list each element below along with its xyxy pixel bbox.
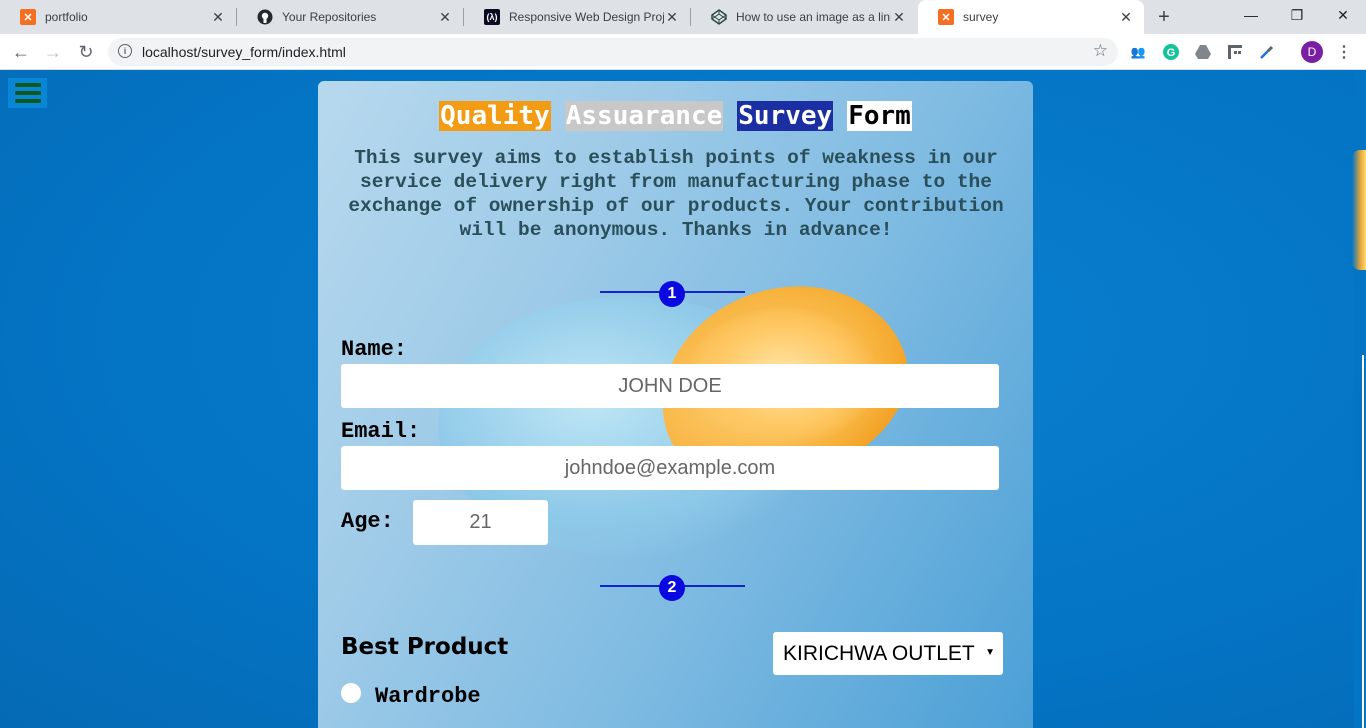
wardrobe-radio-label: Wardrobe — [375, 684, 481, 709]
tab-title: Responsive Web Design Projec — [509, 10, 664, 24]
url-text[interactable]: localhost/survey_form/index.html — [142, 44, 346, 60]
people-extension-icon[interactable]: 👥 — [1129, 43, 1147, 61]
tab-title: portfolio — [45, 10, 88, 24]
close-icon[interactable]: ✕ — [891, 9, 907, 25]
svg-text:G: G — [1167, 47, 1176, 59]
step-indicator-2: 2 — [600, 575, 745, 601]
browser-toolbar: ← → ↻ i localhost/survey_form/index.html… — [0, 34, 1366, 70]
drive-icon[interactable] — [1194, 43, 1212, 61]
grammarly-icon[interactable]: G — [1162, 43, 1180, 61]
restore-button[interactable]: ❐ — [1274, 0, 1320, 30]
best-product-label: Best Product — [341, 634, 509, 660]
freecodecamp-icon: (λ) — [484, 9, 500, 25]
tab-title: Your Repositories — [282, 10, 377, 24]
reload-icon[interactable]: ↻ — [74, 40, 98, 64]
hamburger-menu-icon[interactable] — [8, 78, 47, 108]
new-tab-button[interactable]: + — [1152, 5, 1176, 29]
menu-kebab-icon[interactable]: ⋮ — [1336, 42, 1352, 62]
forward-arrow-icon[interactable]: → — [41, 40, 65, 64]
survey-description: This survey aims to establish points of … — [348, 147, 1004, 241]
github-icon — [257, 9, 273, 25]
tab-image-as-link[interactable]: How to use an image as a link ✕ — [691, 0, 917, 34]
back-arrow-icon[interactable]: ← — [9, 40, 33, 64]
dropdown-arrow-icon: ▼ — [985, 647, 995, 658]
title-word-assuarance: Assuarance — [564, 101, 724, 131]
email-input[interactable]: johndoe@example.com — [341, 446, 999, 490]
xampp-icon: ✕ — [20, 9, 36, 25]
bookmark-star-icon[interactable]: ☆ — [1093, 41, 1108, 61]
wardrobe-radio[interactable] — [341, 683, 361, 703]
tab-survey[interactable]: ✕ survey ✕ — [918, 0, 1144, 34]
tab-title: How to use an image as a link — [736, 10, 891, 24]
name-input[interactable]: JOHN DOE — [341, 364, 999, 408]
address-bar[interactable]: i localhost/survey_form/index.html ☆ — [108, 38, 1118, 66]
info-icon[interactable]: i — [118, 44, 132, 58]
scroll-thumb[interactable] — [1362, 355, 1364, 728]
close-icon[interactable]: ✕ — [1118, 9, 1134, 25]
outlet-select[interactable]: KIRICHWA OUTLET ▼ — [773, 632, 1003, 675]
tab-portfolio[interactable]: ✕ portfolio ✕ — [0, 0, 236, 34]
xampp-icon: ✕ — [938, 9, 954, 25]
email-label: Email: — [341, 419, 421, 444]
tab-your-repositories[interactable]: Your Repositories ✕ — [237, 0, 463, 34]
scroll-highlight — [1352, 150, 1366, 270]
close-icon[interactable]: ✕ — [437, 9, 453, 25]
name-label: Name: — [341, 337, 408, 362]
step-number: 1 — [659, 281, 685, 307]
minimize-button[interactable]: — — [1228, 0, 1274, 30]
eyedropper-icon[interactable] — [1258, 43, 1276, 61]
codepen-icon — [711, 9, 727, 25]
age-input[interactable]: 21 — [413, 500, 548, 545]
survey-title: Quality Assuarance Survey Form — [318, 101, 1033, 131]
age-label: Age: — [341, 509, 394, 534]
qr-extension-icon[interactable] — [1226, 43, 1244, 61]
close-window-button[interactable]: ✕ — [1320, 0, 1366, 30]
page-scrollbar[interactable] — [1352, 70, 1366, 728]
close-icon[interactable]: ✕ — [664, 9, 680, 25]
outlet-select-value: KIRICHWA OUTLET — [783, 641, 975, 665]
title-word-quality: Quality — [439, 101, 551, 131]
close-icon[interactable]: ✕ — [210, 9, 226, 25]
step-indicator-1: 1 — [600, 281, 745, 307]
tab-strip: ✕ portfolio ✕ Your Repositories ✕ (λ) Re… — [0, 0, 1366, 34]
tab-responsive-web-design[interactable]: (λ) Responsive Web Design Projec ✕ — [464, 0, 690, 34]
step-number: 2 — [659, 575, 685, 601]
survey-form-card: Quality Assuarance Survey Form This survey … — [318, 81, 1033, 728]
tab-title: survey — [963, 10, 999, 24]
profile-avatar[interactable]: D — [1301, 41, 1323, 63]
page-viewport: Quality Assuarance Survey Form This survey … — [0, 70, 1366, 728]
title-word-form: Form — [847, 101, 912, 131]
title-word-survey: Survey — [737, 101, 834, 131]
